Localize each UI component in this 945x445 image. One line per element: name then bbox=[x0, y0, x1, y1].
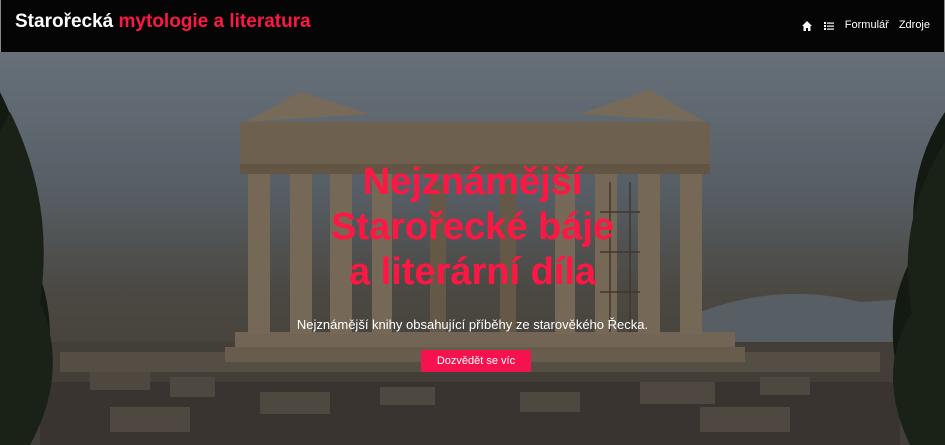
list-icon[interactable] bbox=[823, 19, 835, 31]
nav-link-sources[interactable]: Zdroje bbox=[899, 19, 930, 31]
headline-line: a literární díla bbox=[348, 251, 597, 293]
headline-line: Nejznámější bbox=[362, 161, 583, 203]
hero-headline: Nejznámější Starořecké báje a literární … bbox=[0, 160, 945, 295]
navbar: Starořecká mytologie a literatura Formul… bbox=[0, 0, 945, 52]
hero-section: Nejznámější Starořecké báje a literární … bbox=[0, 52, 945, 445]
nav-link-form[interactable]: Formulář bbox=[845, 19, 889, 31]
learn-more-button[interactable]: Dozvědět se víc bbox=[421, 350, 531, 372]
home-icon[interactable] bbox=[801, 19, 813, 31]
headline-line: Starořecké báje bbox=[330, 206, 615, 248]
site-title[interactable]: Starořecká mytologie a literatura bbox=[15, 11, 311, 33]
site-title-main: Starořecká bbox=[15, 11, 114, 32]
hero-subtitle: Nejznámější knihy obsahující příběhy ze … bbox=[296, 317, 649, 332]
site-title-accent: mytologie a literatura bbox=[118, 11, 311, 32]
nav-menu: Formulář Zdroje bbox=[801, 19, 930, 31]
